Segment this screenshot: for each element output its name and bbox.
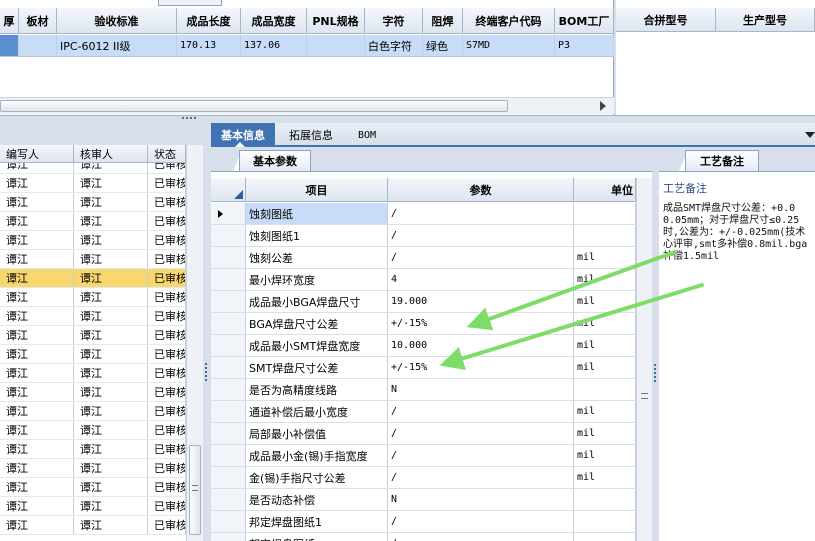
- annotation-arrow-upper: [466, 250, 677, 331]
- annotation-arrow-lower: [439, 283, 704, 370]
- annotation-arrows: [439, 250, 704, 370]
